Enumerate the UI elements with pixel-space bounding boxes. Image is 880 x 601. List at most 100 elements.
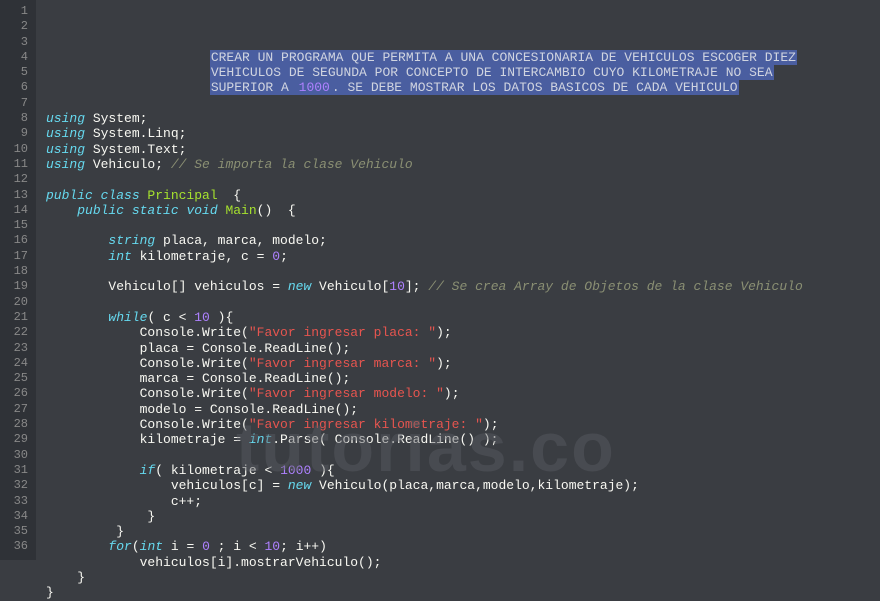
code-token: SUPERIOR A xyxy=(210,80,298,95)
code-token: public static xyxy=(77,203,186,218)
code-line[interactable]: } xyxy=(46,524,880,539)
code-line[interactable]: } xyxy=(46,585,880,600)
line-number: 26 xyxy=(4,386,28,401)
code-line[interactable]: public static void Main() { xyxy=(46,203,880,218)
line-number: 24 xyxy=(4,356,28,371)
code-token: ){ xyxy=(210,310,233,325)
line-number: 18 xyxy=(4,264,28,279)
code-token: 1000 xyxy=(298,80,331,95)
code-line[interactable]: vehiculos[c] = new Vehiculo(placa,marca,… xyxy=(46,478,880,493)
code-token: ); xyxy=(436,356,452,371)
code-line[interactable]: for(int i = 0 ; i < 10; i++) xyxy=(46,539,880,554)
code-line[interactable]: Console.Write("Favor ingresar marca: "); xyxy=(46,356,880,371)
code-line[interactable]: while( c < 10 ){ xyxy=(46,310,880,325)
code-token: int xyxy=(249,432,272,447)
code-line[interactable] xyxy=(46,218,880,233)
code-token: vehiculos[i].mostrarVehiculo(); xyxy=(46,555,381,570)
line-number: 30 xyxy=(4,448,28,463)
code-line[interactable]: public class Principal { xyxy=(46,188,880,203)
line-number: 19 xyxy=(4,279,28,294)
code-token: // Se importa la clase Vehiculo xyxy=(171,157,413,172)
code-token: .Parse( Console.ReadLine() ); xyxy=(272,432,498,447)
code-line[interactable]: if( kilometraje < 1000 ){ xyxy=(46,463,880,478)
code-token: Console.Write( xyxy=(46,356,249,371)
code-token: ); xyxy=(483,417,499,432)
code-token xyxy=(46,539,108,554)
code-token: kilometraje = xyxy=(46,432,249,447)
code-line[interactable]: modelo = Console.ReadLine(); xyxy=(46,402,880,417)
code-token: 10 xyxy=(194,310,210,325)
line-number: 28 xyxy=(4,417,28,432)
line-number: 32 xyxy=(4,478,28,493)
code-token: ; xyxy=(280,249,288,264)
code-line[interactable] xyxy=(46,172,880,187)
code-line[interactable]: kilometraje = int.Parse( Console.ReadLin… xyxy=(46,432,880,447)
code-line[interactable]: vehiculos[i].mostrarVehiculo(); xyxy=(46,555,880,570)
code-line[interactable]: c++; xyxy=(46,494,880,509)
code-token: ); xyxy=(444,386,460,401)
code-token: using xyxy=(46,142,85,157)
code-token: 0 xyxy=(202,539,210,554)
line-number: 3 xyxy=(4,35,28,50)
code-token: void xyxy=(186,203,225,218)
code-line[interactable]: Console.Write("Favor ingresar kilometraj… xyxy=(46,417,880,432)
code-line[interactable]: SUPERIOR A 1000. SE DEBE MOSTRAR LOS DAT… xyxy=(46,80,880,95)
line-number: 2 xyxy=(4,19,28,34)
code-line[interactable] xyxy=(46,295,880,310)
code-line[interactable]: CREAR UN PROGRAMA QUE PERMITA A UNA CONC… xyxy=(46,50,880,65)
line-number: 7 xyxy=(4,96,28,111)
code-line[interactable]: marca = Console.ReadLine(); xyxy=(46,371,880,386)
code-token: Console.Write( xyxy=(46,417,249,432)
code-line[interactable]: placa = Console.ReadLine(); xyxy=(46,341,880,356)
code-token: } xyxy=(46,524,124,539)
code-token: ( xyxy=(132,539,140,554)
code-line[interactable] xyxy=(46,264,880,279)
code-token: System.Text; xyxy=(85,142,186,157)
code-line[interactable]: } xyxy=(46,509,880,524)
code-line[interactable]: Vehiculo[] vehiculos = new Vehiculo[10];… xyxy=(46,279,880,294)
code-line[interactable]: Console.Write("Favor ingresar modelo: ")… xyxy=(46,386,880,401)
line-number: 10 xyxy=(4,142,28,157)
code-token: Vehiculo; xyxy=(85,157,171,172)
code-token: } xyxy=(46,585,54,600)
code-line[interactable] xyxy=(46,96,880,111)
code-token: Console.Write( xyxy=(46,386,249,401)
code-line[interactable]: } xyxy=(46,570,880,585)
code-token: ( kilometraje < xyxy=(155,463,280,478)
code-token: marca = Console.ReadLine(); xyxy=(46,371,350,386)
code-token: ); xyxy=(436,325,452,340)
code-token: using xyxy=(46,157,85,172)
code-token: new xyxy=(288,279,311,294)
code-token: ]; xyxy=(405,279,428,294)
code-token: if xyxy=(140,463,156,478)
code-token: modelo = Console.ReadLine(); xyxy=(46,402,358,417)
code-token: . SE DEBE MOSTRAR LOS DATOS BASICOS DE C… xyxy=(331,80,739,95)
code-line[interactable]: using System.Linq; xyxy=(46,126,880,141)
code-editor[interactable]: 1234567891011121314151617181920212223242… xyxy=(0,0,880,560)
line-number: 21 xyxy=(4,310,28,325)
code-token xyxy=(46,50,210,65)
code-line[interactable]: VEHICULOS DE SEGUNDA POR CONCEPTO DE INT… xyxy=(46,65,880,80)
code-line[interactable]: using System.Text; xyxy=(46,142,880,157)
code-line[interactable] xyxy=(46,448,880,463)
line-number: 34 xyxy=(4,509,28,524)
code-token: Principal xyxy=(147,188,217,203)
code-line[interactable]: int kilometraje, c = 0; xyxy=(46,249,880,264)
code-token xyxy=(46,249,108,264)
code-area[interactable]: tutorias.co CREAR UN PROGRAMA QUE PERMIT… xyxy=(36,0,880,560)
line-number-gutter: 1234567891011121314151617181920212223242… xyxy=(0,0,36,560)
code-token: 1000 xyxy=(280,463,311,478)
code-token: System; xyxy=(85,111,147,126)
code-line[interactable]: using System; xyxy=(46,111,880,126)
code-token: using xyxy=(46,126,85,141)
code-token xyxy=(46,463,140,478)
code-line[interactable]: string placa, marca, modelo; xyxy=(46,233,880,248)
code-line[interactable]: using Vehiculo; // Se importa la clase V… xyxy=(46,157,880,172)
line-number: 13 xyxy=(4,188,28,203)
code-line[interactable]: Console.Write("Favor ingresar placa: "); xyxy=(46,325,880,340)
line-number: 9 xyxy=(4,126,28,141)
code-token: i = xyxy=(163,539,202,554)
code-token: kilometraje, c = xyxy=(132,249,272,264)
code-token xyxy=(46,233,108,248)
code-token: Vehiculo[] vehiculos = xyxy=(46,279,288,294)
